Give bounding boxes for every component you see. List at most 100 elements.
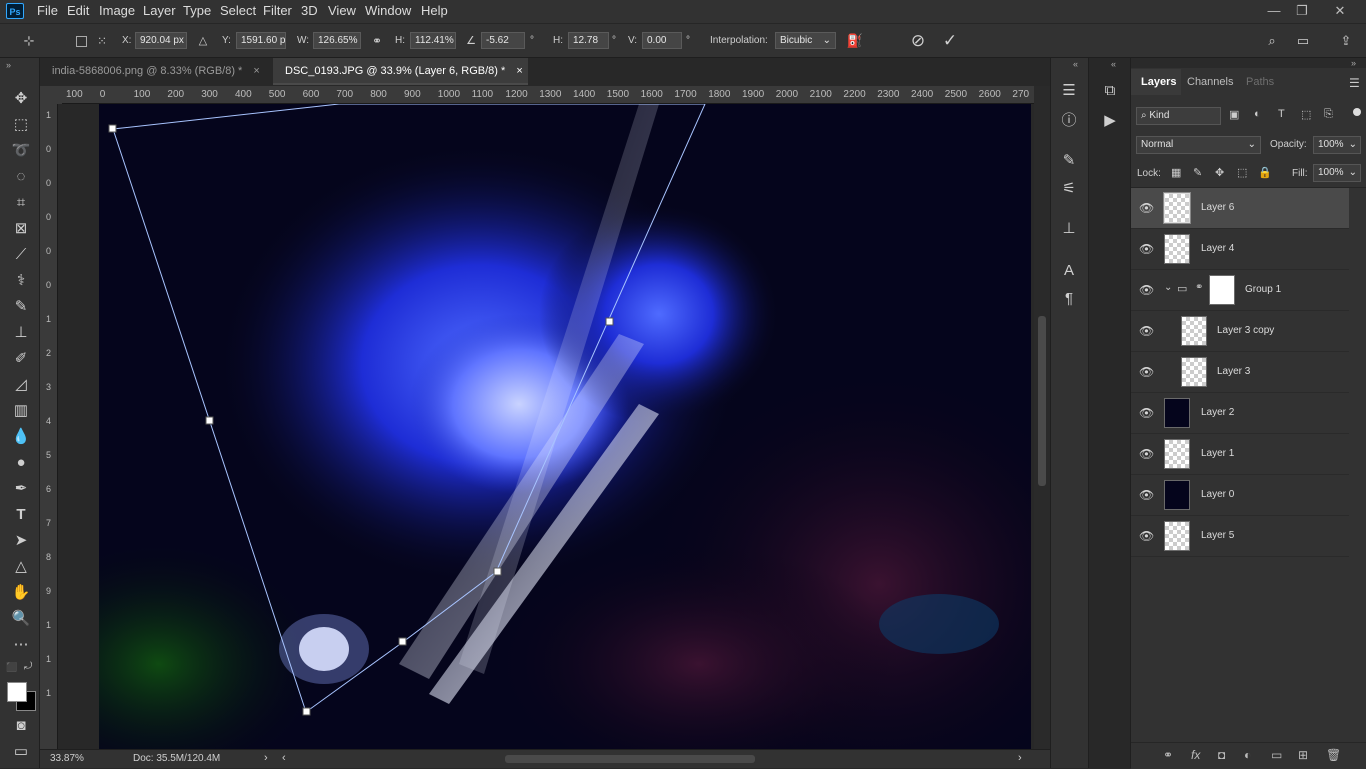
frame-tool-icon[interactable]: ⊠ <box>10 218 32 240</box>
menu-layer[interactable]: Layer <box>143 3 176 18</box>
blend-mode-select[interactable]: Normal ⌄ <box>1136 136 1261 154</box>
document-canvas[interactable] <box>99 104 1031 749</box>
collapse-panel-icon[interactable]: » <box>1351 58 1356 68</box>
filter-adjustment-icon[interactable]: ◐ <box>1254 108 1261 120</box>
layer-row-layer-0[interactable]: 👁 Layer 0 <box>1131 475 1349 516</box>
menu-window[interactable]: Window <box>365 3 411 18</box>
group-expand-icon[interactable]: ⌄ <box>1164 282 1172 293</box>
menu-image[interactable]: Image <box>99 3 135 18</box>
visibility-eye-icon[interactable]: 👁 <box>1139 242 1154 256</box>
filter-toggle-icon[interactable] <box>1353 108 1361 116</box>
link-layers-icon[interactable]: ⚭ <box>1163 748 1173 762</box>
width-field[interactable]: 126.65% <box>313 32 361 49</box>
quick-mask-icon[interactable]: ◙ <box>10 715 32 737</box>
reference-point-checkbox[interactable] <box>76 36 87 47</box>
brushes-panel-icon[interactable]: ⚟ <box>1058 178 1080 200</box>
menu-select[interactable]: Select <box>220 3 256 18</box>
fill-field[interactable]: 100% ⌄ <box>1313 164 1361 182</box>
commit-transform-icon[interactable]: ✓ <box>941 32 959 50</box>
adjustment-layer-icon[interactable]: ◐ <box>1244 748 1251 762</box>
gradient-tool-icon[interactable]: ▥ <box>10 400 32 422</box>
tab-layers[interactable]: Layers <box>1141 76 1176 88</box>
path-selection-tool-icon[interactable]: ➤ <box>10 530 32 552</box>
vertical-scrollbar[interactable] <box>1034 86 1050 749</box>
layer-row-layer-4[interactable]: 👁 Layer 4 <box>1131 229 1349 270</box>
horizontal-scroll-thumb[interactable] <box>505 755 755 763</box>
lock-transparent-icon[interactable]: ▦ <box>1171 166 1181 179</box>
hand-tool-icon[interactable]: ✋ <box>10 582 32 604</box>
blur-tool-icon[interactable]: 💧 <box>10 426 32 448</box>
vertical-scroll-thumb[interactable] <box>1038 316 1046 486</box>
close-window-button[interactable]: ✕ <box>1330 2 1350 20</box>
x-field[interactable]: 920.04 px <box>135 32 187 49</box>
horizontal-ruler[interactable]: 100 0 100 200 300 400 500 600 700 800 900 1000 1100 1… <box>62 86 1034 104</box>
menu-filter[interactable]: Filter <box>263 3 292 18</box>
filter-smartobject-icon[interactable]: ⎘ <box>1324 108 1333 121</box>
visibility-eye-icon[interactable]: 👁 <box>1139 447 1154 461</box>
marquee-tool-icon[interactable]: ⬚ <box>10 114 32 136</box>
layer-row-layer-6[interactable]: 👁 Layer 6 <box>1131 188 1349 229</box>
menu-view[interactable]: View <box>328 3 356 18</box>
vertical-ruler[interactable]: 1 0 0 0 0 0 1 2 3 4 5 6 7 8 9 1 1 1 <box>40 104 58 749</box>
character-panel-icon[interactable]: A <box>1058 260 1080 282</box>
shape-tool-icon[interactable]: △ <box>10 556 32 578</box>
workspace-icon[interactable]: ▭ <box>1294 32 1312 50</box>
visibility-eye-icon[interactable]: 👁 <box>1139 365 1154 379</box>
menu-edit[interactable]: Edit <box>67 3 89 18</box>
restore-button[interactable]: ❐ <box>1292 2 1312 20</box>
tab-india[interactable]: india-5868006.png @ 8.33% (RGB/8) * × <box>40 58 272 85</box>
layer-name[interactable]: Layer 1 <box>1201 448 1234 459</box>
eyedropper-tool-icon[interactable]: ⟋ <box>10 244 32 266</box>
v-skew-field[interactable]: 0.00 <box>642 32 682 49</box>
tab-close-icon[interactable]: × <box>253 65 259 77</box>
default-colors-icon[interactable]: ⬛ <box>6 662 17 673</box>
pen-tool-icon[interactable]: ✒ <box>10 478 32 500</box>
foreground-color-swatch[interactable] <box>7 682 27 702</box>
visibility-eye-icon[interactable]: 👁 <box>1139 324 1154 338</box>
history-panel-icon[interactable]: ⧉ <box>1099 80 1121 102</box>
layer-name[interactable]: Layer 5 <box>1201 530 1234 541</box>
visibility-eye-icon[interactable]: 👁 <box>1139 529 1154 543</box>
healing-brush-tool-icon[interactable]: ⚕ <box>10 270 32 292</box>
menu-type[interactable]: Type <box>183 3 211 18</box>
collapse-dock-icon[interactable]: « <box>1111 59 1116 69</box>
new-layer-icon[interactable]: ⊞ <box>1298 748 1308 762</box>
visibility-eye-icon[interactable]: 👁 <box>1139 201 1154 215</box>
screen-mode-icon[interactable]: ▭ <box>10 741 32 763</box>
share-icon[interactable]: ⇪ <box>1337 32 1355 50</box>
menu-file[interactable]: File <box>37 3 58 18</box>
clone-source-icon[interactable]: ⊥ <box>1058 218 1080 240</box>
warp-icon[interactable]: ⛽ <box>846 32 864 50</box>
visibility-eye-icon[interactable]: 👁 <box>1139 283 1154 297</box>
history-brush-tool-icon[interactable]: ✐ <box>10 348 32 370</box>
panel-menu-icon[interactable]: ☰ <box>1349 76 1360 90</box>
dodge-tool-icon[interactable]: ● <box>10 452 32 474</box>
layer-name[interactable]: Layer 2 <box>1201 407 1234 418</box>
opacity-field[interactable]: 100% ⌄ <box>1313 136 1361 154</box>
crop-tool-icon[interactable]: ⌗ <box>10 192 32 214</box>
layer-row-layer-5[interactable]: 👁 Layer 5 <box>1131 516 1349 557</box>
layer-row-layer-3[interactable]: 👁 Layer 3 <box>1131 352 1349 393</box>
brush-tool-icon[interactable]: ✎ <box>10 296 32 318</box>
zoom-tool-icon[interactable]: 🔍 <box>10 608 32 630</box>
delta-icon[interactable]: △ <box>194 32 212 50</box>
link-icon[interactable]: ⚭ <box>368 32 386 50</box>
lock-image-icon[interactable]: ✎ <box>1193 166 1202 179</box>
layer-kind-filter[interactable]: ⌕ Kind <box>1136 107 1221 125</box>
y-field[interactable]: 1591.60 px <box>236 32 286 49</box>
tab-paths[interactable]: Paths <box>1246 76 1274 88</box>
layer-row-group-1[interactable]: 👁 ⌄ ▭ ⚭ Group 1 <box>1131 270 1349 311</box>
filter-pixel-icon[interactable]: ▣ <box>1229 108 1239 121</box>
eraser-tool-icon[interactable]: ◿ <box>10 374 32 396</box>
more-tools-icon[interactable]: ⋯ <box>10 634 32 656</box>
tab-channels[interactable]: Channels <box>1187 76 1233 88</box>
swap-colors-icon[interactable]: ⤾ <box>24 661 32 672</box>
layer-name[interactable]: Group 1 <box>1245 284 1281 295</box>
brush-settings-icon[interactable]: ✎ <box>1058 150 1080 172</box>
info-panel-icon[interactable]: ⓘ <box>1058 110 1080 132</box>
minimize-button[interactable]: — <box>1264 2 1284 20</box>
rotate-field[interactable]: -5.62 <box>481 32 525 49</box>
interpolation-select[interactable]: Bicubic ⌄ <box>775 32 836 49</box>
layer-row-layer-2[interactable]: 👁 Layer 2 <box>1131 393 1349 434</box>
filter-shape-icon[interactable]: ⬚ <box>1301 108 1311 121</box>
